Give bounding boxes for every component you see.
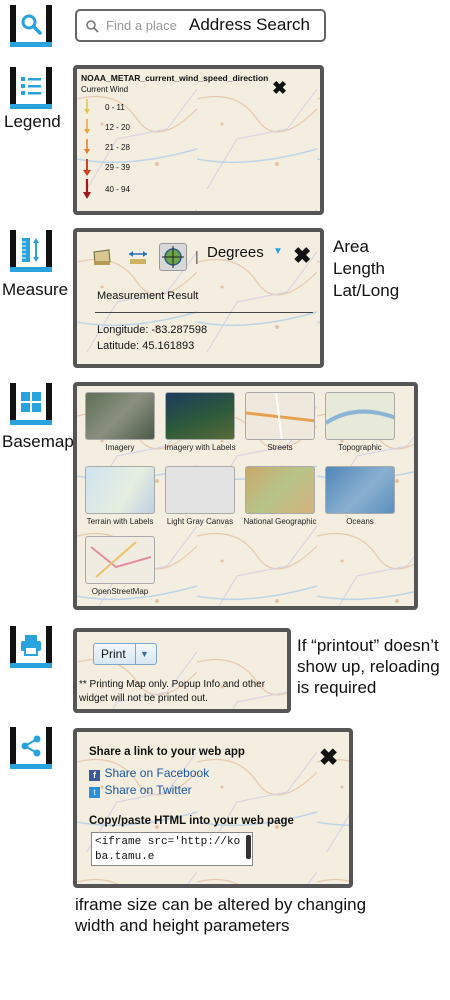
basemap-label-text: Streets — [267, 443, 293, 452]
longitude-value: Longitude: -83.287598 — [97, 324, 208, 336]
basemap-thumbnail — [85, 536, 155, 584]
basemap-label-text: Topographic — [338, 443, 382, 452]
wind-arrow-icon — [84, 99, 90, 114]
location-tool-button[interactable] — [159, 243, 187, 271]
search-input-placeholder[interactable]: Find a place — [106, 18, 177, 33]
facebook-link-text[interactable]: Share on Facebook — [104, 766, 209, 780]
legend-layer-title: NOAA_METAR_current_wind_speed_direction — [81, 73, 269, 83]
measure-tool-button[interactable] — [10, 230, 52, 272]
basemap-label: Basemap — [2, 432, 74, 451]
wind-arrow-icon — [84, 119, 90, 134]
legend-tool-button[interactable] — [10, 67, 52, 109]
basemap-label-text: OpenStreetMap — [91, 587, 149, 596]
share-facebook-link[interactable]: f Share on Facebook — [89, 764, 209, 782]
twitter-icon: t — [89, 787, 100, 798]
embed-title: Copy/paste HTML into your web page — [89, 815, 294, 827]
share-icon — [21, 735, 41, 757]
dropdown-divider — [135, 644, 136, 664]
basemap-thumbnail — [325, 466, 395, 514]
scrollbar[interactable] — [246, 835, 251, 859]
area-icon — [93, 249, 111, 265]
latitude-value: Latitude: 45.161893 — [97, 340, 195, 352]
basemap-panel: Imagery Imagery with Labels Streets Topo… — [73, 382, 418, 610]
basemap-label-text: Terrain with Labels — [86, 517, 154, 526]
list-icon — [21, 77, 41, 95]
ruler-icon — [22, 238, 39, 262]
basemap-thumbnail — [325, 392, 395, 440]
basemap-thumbnail — [245, 466, 315, 514]
grid-icon — [21, 392, 41, 412]
share-link-title: Share a link to your web app — [89, 746, 245, 758]
search-title: Address Search — [189, 15, 310, 34]
distance-icon — [129, 251, 147, 264]
basemap-thumbnail — [165, 466, 235, 514]
share-panel: Share a link to your web app ✖ f Share o… — [73, 728, 353, 888]
legend-item: 40 - 94 — [83, 179, 153, 199]
basemap-label-text: Light Gray Canvas — [166, 517, 234, 526]
facebook-icon: f — [89, 770, 100, 781]
print-footnote: ** Printing Map only. Popup Info and oth… — [79, 679, 266, 704]
basemap-tool-button[interactable] — [10, 383, 52, 425]
unit-dropdown[interactable]: Degrees ▼ — [207, 244, 287, 266]
divider: | — [195, 248, 199, 264]
printer-icon — [21, 635, 41, 656]
share-twitter-link[interactable]: t Share on Twitter — [89, 781, 192, 799]
legend-item-label: 0 - 11 — [105, 103, 125, 112]
basemap-label-text: Imagery with Labels — [164, 443, 236, 452]
legend-item: 0 - 11 — [83, 99, 153, 117]
mode-length: Length — [333, 259, 385, 278]
basemap-thumbnail — [165, 392, 235, 440]
embed-code-text: <iframe src='http://koba.tamu.e — [95, 836, 241, 863]
search-icon — [21, 14, 42, 35]
unit-value: Degrees — [207, 244, 264, 261]
print-panel: Print ▼ ** Printing Map only. Popup Info… — [73, 628, 291, 713]
chevron-down-icon: ▼ — [273, 246, 283, 257]
measure-panel: | Degrees ▼ ✖ Measurement Result Longitu… — [73, 228, 324, 368]
basemap-label-text: National Geographic — [243, 517, 317, 526]
location-icon — [162, 246, 184, 268]
legend-item: 21 - 28 — [83, 139, 153, 157]
print-note: If “printout” doesn’t show up, reloading… — [297, 636, 440, 697]
share-tool-button[interactable] — [10, 727, 52, 769]
close-icon[interactable]: ✖ — [293, 245, 311, 267]
share-note: iframe size can be altered by changing w… — [75, 895, 367, 935]
legend-item-label: 21 - 28 — [105, 143, 130, 152]
mode-area: Area — [333, 237, 369, 256]
print-button[interactable]: Print ▼ — [93, 643, 157, 665]
basemap-thumbnail — [85, 466, 155, 514]
basemap-label-text: Imagery — [105, 443, 135, 452]
wind-arrow-icon — [84, 139, 90, 154]
legend-item: 29 - 39 — [83, 159, 153, 177]
close-icon[interactable]: ✖ — [319, 746, 338, 769]
basemap-label-text: Oceans — [346, 517, 374, 526]
area-tool-button[interactable] — [91, 246, 113, 268]
wind-arrow-icon — [83, 159, 91, 176]
wind-arrow-icon — [83, 179, 91, 199]
legend-panel: NOAA_METAR_current_wind_speed_direction … — [73, 65, 324, 215]
legend-label: Legend — [4, 112, 61, 131]
print-tool-button[interactable] — [10, 626, 52, 668]
basemap-thumbnail — [245, 392, 315, 440]
search-icon — [86, 20, 99, 33]
close-icon[interactable]: ✖ — [272, 79, 287, 97]
twitter-link-text[interactable]: Share on Twitter — [104, 783, 191, 797]
search-tool-button[interactable] — [10, 5, 52, 47]
result-divider — [95, 312, 313, 313]
distance-tool-button[interactable] — [127, 246, 149, 268]
measure-label: Measure — [2, 280, 69, 299]
search-box[interactable]: Find a place Address Search — [75, 9, 326, 42]
legend-subtitle: Current Wind — [81, 85, 129, 94]
chevron-down-icon[interactable]: ▼ — [140, 649, 149, 659]
embed-code-textarea[interactable]: <iframe src='http://koba.tamu.e — [91, 832, 253, 866]
basemap-thumbnail — [85, 392, 155, 440]
legend-item-label: 12 - 20 — [105, 123, 130, 132]
legend-item-label: 29 - 39 — [105, 163, 130, 172]
print-button-label: Print — [101, 647, 126, 661]
legend-item: 12 - 20 — [83, 119, 153, 137]
measure-modes-note: Area Length Lat/Long — [333, 236, 399, 302]
legend-item-label: 40 - 94 — [105, 185, 130, 194]
measurement-result-title: Measurement Result — [97, 290, 199, 302]
mode-latlong: Lat/Long — [333, 281, 400, 300]
